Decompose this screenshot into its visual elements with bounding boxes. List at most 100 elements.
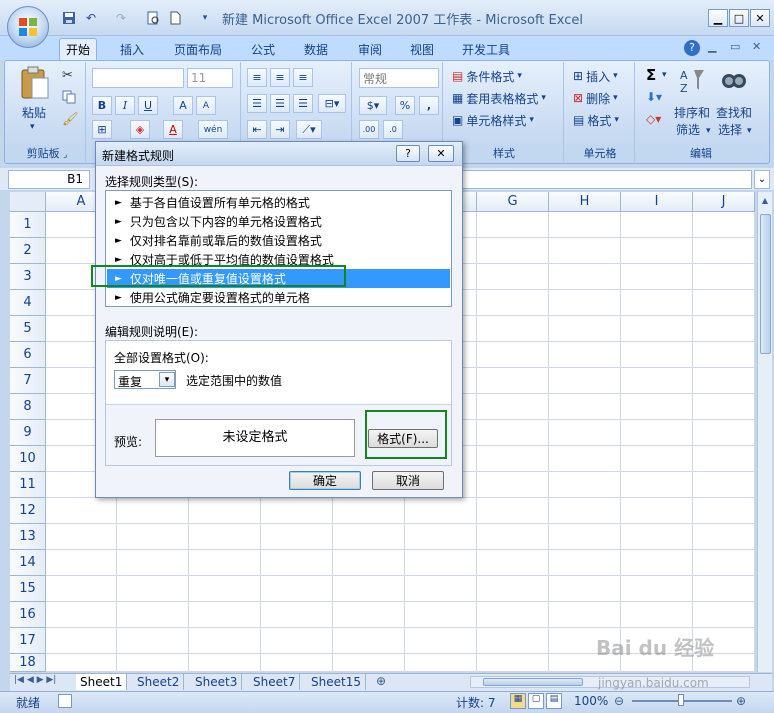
minimize-button[interactable]: ▁ — [708, 9, 728, 27]
fill-color-icon[interactable]: ◈ — [130, 120, 150, 139]
row-header[interactable]: 8 — [10, 394, 46, 420]
ok-button[interactable]: 确定 — [289, 471, 361, 490]
row-header[interactable]: 6 — [10, 342, 46, 368]
fill-icon[interactable]: ⬇▾ — [646, 90, 662, 104]
scroll-thumb[interactable] — [760, 214, 771, 354]
expand-formula-icon[interactable]: ⌄ — [754, 170, 770, 189]
macro-record-icon[interactable] — [58, 694, 72, 708]
cancel-button[interactable]: 取消 — [372, 471, 444, 490]
duplicate-unique-select[interactable]: 重复 ▾ — [114, 370, 176, 389]
cell-styles-button[interactable]: ▣ 单元格样式 ▾ — [452, 110, 534, 130]
save-icon[interactable] — [60, 9, 78, 27]
sort-filter-label-2[interactable]: 筛选 — [676, 121, 700, 138]
zoom-in-icon[interactable]: ⊕ — [736, 694, 746, 708]
phonetic-icon[interactable]: wén — [198, 120, 228, 139]
percent-button[interactable]: % — [395, 96, 415, 115]
row-header[interactable]: 1 — [10, 212, 46, 238]
accounting-icon[interactable]: $▾ — [359, 96, 387, 115]
ribbon-close-icon[interactable]: ✕ — [752, 40, 761, 53]
page-break-view-icon[interactable]: ▤ — [546, 693, 562, 709]
underline-button[interactable]: U — [138, 96, 158, 115]
insert-cells-button[interactable]: ⊞ 插入 ▾ — [573, 66, 618, 86]
normal-view-icon[interactable]: ▦ — [510, 693, 526, 709]
autosum-button[interactable]: Σ — [646, 66, 656, 84]
find-select-icon[interactable] — [720, 66, 748, 94]
shrink-font-button[interactable]: A — [196, 96, 216, 115]
customize-qat-icon[interactable]: ▾ — [196, 9, 214, 27]
tab-review[interactable]: 审阅 — [352, 38, 388, 60]
zoom-out-icon[interactable]: ⊖ — [614, 694, 624, 708]
new-document-icon[interactable] — [166, 9, 184, 27]
clipboard-launcher-icon[interactable]: ⌟ — [63, 150, 67, 160]
paste-label[interactable]: 粘贴 — [22, 104, 46, 121]
sort-filter-label[interactable]: 排序和 — [674, 104, 710, 121]
row-header[interactable]: 12 — [10, 498, 46, 524]
find-select-label-2[interactable]: 选择 — [718, 121, 742, 138]
format-as-table-button[interactable]: ▦ 套用表格格式 ▾ — [452, 88, 546, 108]
row-header[interactable]: 3 — [10, 264, 46, 290]
font-size-combo[interactable]: 11 — [187, 68, 233, 88]
column-header[interactable]: H — [549, 192, 621, 212]
scroll-up-icon[interactable]: ▲ — [759, 196, 771, 208]
print-preview-icon[interactable] — [144, 9, 162, 27]
rule-type-list[interactable]: ► 基于各自值设置所有单元格的格式 ► 只为包含以下内容的单元格设置格式 ► 仅对排名靠前… — [105, 190, 452, 307]
row-header[interactable]: 18 — [10, 654, 46, 672]
tab-page-layout[interactable]: 页面布局 — [168, 38, 228, 60]
select-all-corner[interactable] — [10, 192, 46, 212]
row-header[interactable]: 9 — [10, 420, 46, 446]
conditional-format-button[interactable]: ▤ 条件格式 ▾ — [452, 66, 522, 86]
row-header[interactable]: 15 — [10, 576, 46, 602]
undo-icon[interactable]: ↶ — [82, 9, 100, 27]
vertical-scrollbar[interactable]: ▲ — [757, 192, 772, 672]
delete-cells-button[interactable]: ⊠ 删除 ▾ — [573, 88, 618, 108]
row-header[interactable]: 11 — [10, 472, 46, 498]
hscroll-thumb[interactable] — [483, 678, 583, 686]
tab-home[interactable]: 开始 — [59, 38, 98, 60]
bold-button[interactable]: B — [92, 96, 112, 115]
row-header[interactable]: 5 — [10, 316, 46, 342]
number-format-combo[interactable]: 常规 — [359, 68, 439, 88]
chevron-down-icon[interactable]: ▾ — [159, 372, 175, 387]
zoom-level[interactable]: 100% — [574, 694, 608, 708]
sheet-nav-icons[interactable]: |◀ ◀ ▶ ▶| — [14, 675, 56, 685]
tab-developer[interactable]: 开发工具 — [456, 38, 516, 60]
sheet-tab[interactable]: Sheet15 — [307, 674, 366, 690]
tab-view[interactable]: 视图 — [404, 38, 440, 60]
column-header[interactable]: G — [477, 192, 549, 212]
rule-type-item[interactable]: ► 只为包含以下内容的单元格设置格式 — [107, 212, 450, 231]
increase-decimal-icon[interactable]: .00 — [359, 120, 379, 139]
paste-dropdown-icon[interactable]: ▾ — [30, 122, 35, 132]
dialog-close-button[interactable]: ✕ — [428, 145, 454, 162]
borders-icon[interactable]: ⊞ — [92, 120, 112, 139]
align-bottom-icon[interactable]: ≡ — [293, 68, 313, 87]
sheet-tab[interactable]: Sheet1 — [76, 674, 128, 690]
help-icon[interactable]: ? — [684, 40, 700, 56]
row-header[interactable]: 10 — [10, 446, 46, 472]
decrease-decimal-icon[interactable]: .0 — [383, 120, 403, 139]
find-select-label[interactable]: 查找和 — [716, 104, 752, 121]
sheet-tab[interactable]: Sheet3 — [191, 674, 243, 690]
sort-filter-icon[interactable]: AZ — [678, 66, 706, 95]
column-header[interactable]: J — [693, 192, 755, 212]
dialog-help-button[interactable]: ? — [396, 145, 420, 162]
format-cells-button[interactable]: ▤ 格式 ▾ — [573, 110, 619, 130]
close-button[interactable]: ✕ — [750, 9, 770, 27]
insert-sheet-icon[interactable]: ⊕ — [376, 674, 386, 688]
redo-icon[interactable]: ↷ — [112, 9, 130, 27]
zoom-slider-thumb[interactable] — [678, 694, 684, 706]
maximize-button[interactable]: □ — [729, 9, 749, 27]
row-header[interactable]: 13 — [10, 524, 46, 550]
chevron-down-icon[interactable]: ▾ — [747, 126, 752, 136]
row-header[interactable]: 2 — [10, 238, 46, 264]
tab-data[interactable]: 数据 — [298, 38, 334, 60]
rule-type-item[interactable]: ► 使用公式确定要设置格式的单元格 — [107, 288, 450, 307]
tab-insert[interactable]: 插入 — [114, 38, 150, 60]
decrease-indent-icon[interactable]: ⇤ — [247, 120, 267, 139]
rule-type-item[interactable]: ► 基于各自值设置所有单元格的格式 — [107, 193, 450, 212]
comma-button[interactable]: , — [419, 96, 439, 115]
merge-center-icon[interactable]: ⊟▾ — [318, 94, 346, 113]
align-middle-icon[interactable]: ≡ — [270, 68, 290, 87]
align-left-icon[interactable]: ☰ — [247, 94, 267, 113]
chevron-down-icon[interactable]: ▾ — [662, 70, 667, 80]
row-header[interactable]: 16 — [10, 602, 46, 628]
